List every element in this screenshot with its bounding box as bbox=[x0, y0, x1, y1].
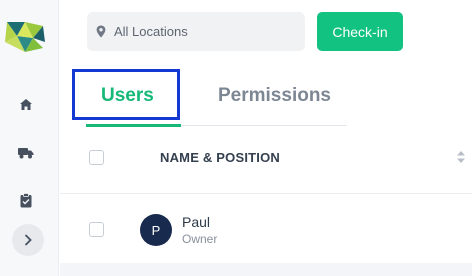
row-checkbox[interactable] bbox=[89, 222, 104, 237]
app-logo[interactable] bbox=[3, 18, 47, 58]
tab-permissions[interactable]: Permissions bbox=[218, 84, 331, 108]
truck-icon[interactable] bbox=[17, 144, 35, 162]
chevron-right-icon bbox=[25, 234, 32, 246]
active-tab-indicator bbox=[86, 124, 181, 127]
user-name: Paul bbox=[182, 214, 211, 230]
table-row bbox=[60, 263, 472, 276]
location-label: All Locations bbox=[114, 24, 188, 39]
map-pin-icon bbox=[96, 25, 106, 38]
home-icon[interactable] bbox=[17, 95, 35, 113]
sidebar bbox=[0, 0, 59, 276]
location-selector[interactable]: All Locations bbox=[87, 12, 305, 51]
column-header-name-position: NAME & POSITION bbox=[160, 150, 281, 165]
user-position: Owner bbox=[182, 232, 218, 246]
sort-icon[interactable] bbox=[456, 149, 466, 165]
tab-divider bbox=[181, 125, 347, 126]
sidebar-expand-button[interactable] bbox=[12, 224, 44, 256]
clipboard-icon[interactable] bbox=[17, 191, 35, 209]
avatar: P bbox=[140, 214, 172, 246]
select-all-checkbox[interactable] bbox=[89, 150, 104, 165]
check-in-button[interactable]: Check-in bbox=[317, 12, 403, 51]
table-header: NAME & POSITION bbox=[60, 129, 472, 194]
table-row[interactable]: P Paul Owner bbox=[60, 195, 472, 263]
tab-users[interactable]: Users bbox=[101, 84, 154, 108]
